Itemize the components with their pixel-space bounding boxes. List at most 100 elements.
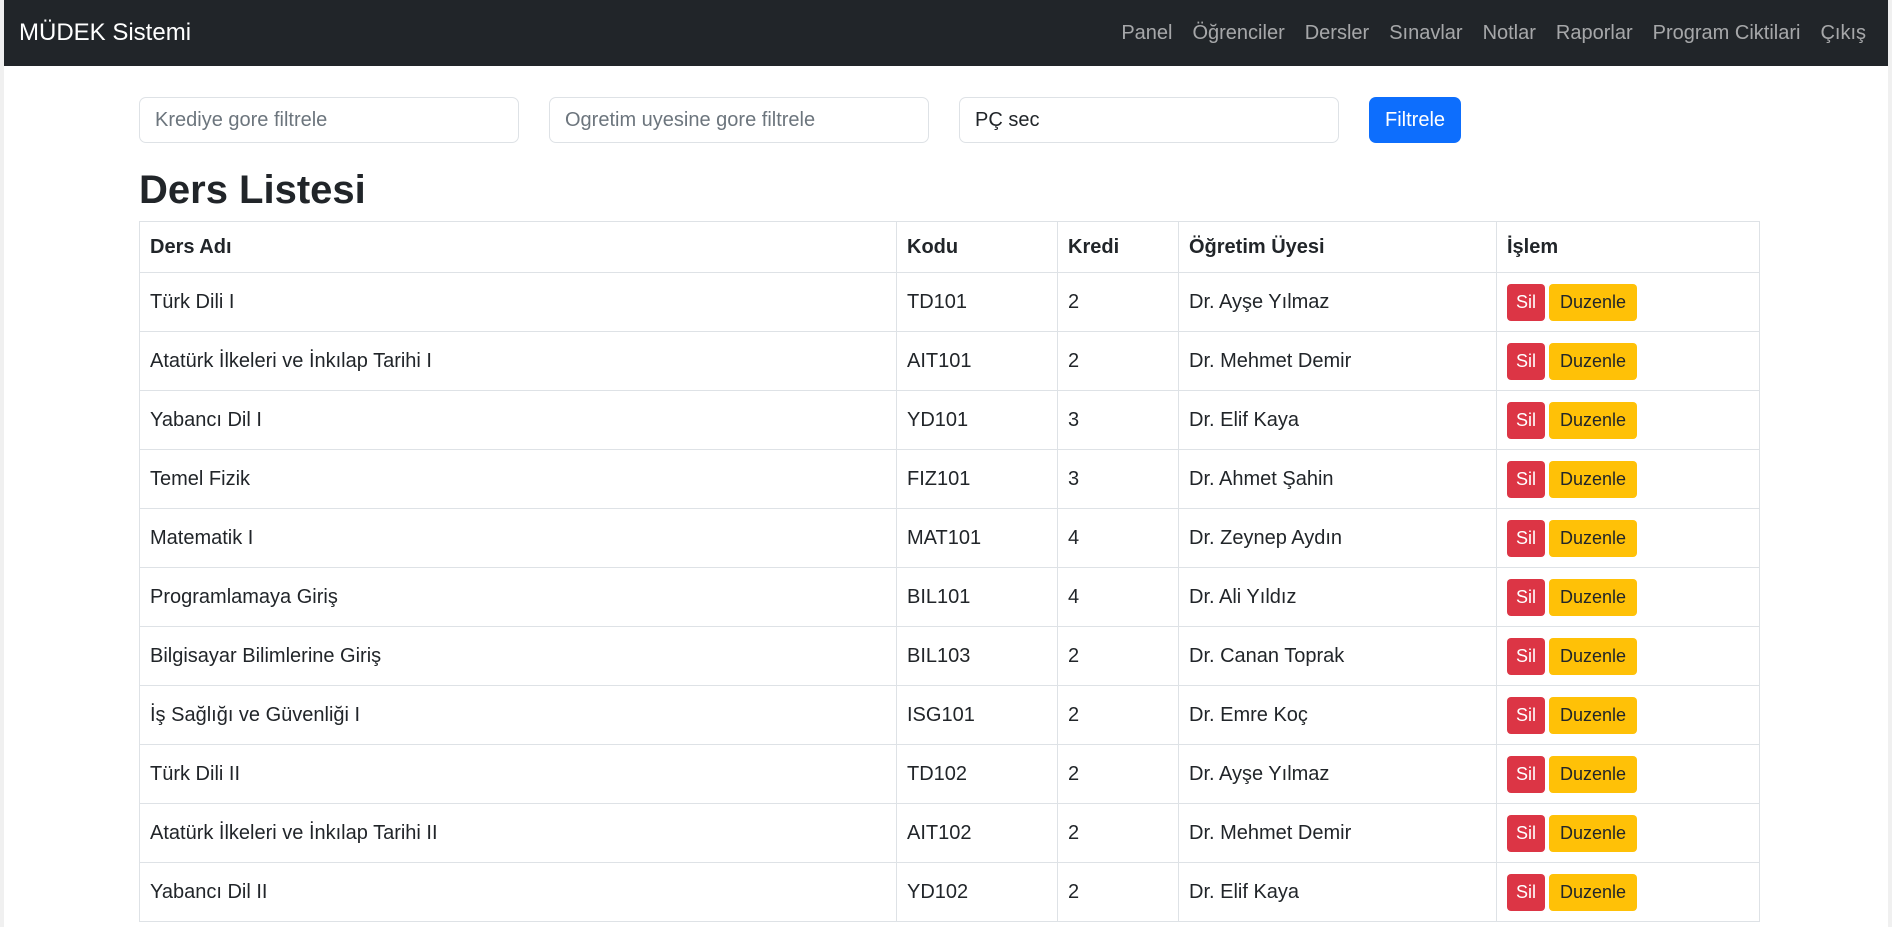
edit-button[interactable]: Duzenle bbox=[1549, 342, 1638, 380]
table-row: Atatürk İlkeleri ve İnkılap Tarihi I AIT1… bbox=[139, 331, 1760, 391]
table-row: Atatürk İlkeleri ve İnkılap Tarihi II AIT… bbox=[139, 803, 1760, 863]
cell-credit: 2 bbox=[1057, 744, 1179, 804]
cell-course-name: Türk Dili II bbox=[139, 744, 897, 804]
nav-link-courses[interactable]: Dersler bbox=[1295, 20, 1379, 46]
cell-code: YD102 bbox=[896, 862, 1058, 922]
cell-code: ISG101 bbox=[896, 685, 1058, 745]
table-row: Bilgisayar Bilimlerine Giriş BIL103 2 Dr. C… bbox=[139, 626, 1760, 686]
cell-instructor: Dr. Canan Toprak bbox=[1178, 626, 1497, 686]
edit-button[interactable]: Duzenle bbox=[1549, 814, 1638, 852]
edit-button[interactable]: Duzenle bbox=[1549, 578, 1638, 616]
edit-button[interactable]: Duzenle bbox=[1549, 401, 1638, 439]
edit-button[interactable]: Duzenle bbox=[1549, 519, 1638, 557]
table-row: Programlamaya Giriş BIL101 4 Dr. Ali Yıldız… bbox=[139, 567, 1760, 627]
edit-button[interactable]: Duzenle bbox=[1549, 283, 1638, 321]
cell-course-name: Bilgisayar Bilimlerine Giriş bbox=[139, 626, 897, 686]
cell-code: MAT101 bbox=[896, 508, 1058, 568]
cell-course-name: Programlamaya Giriş bbox=[139, 567, 897, 627]
cell-actions: Sil Duzenle bbox=[1496, 449, 1760, 509]
cell-actions: Sil Duzenle bbox=[1496, 331, 1760, 391]
cell-credit: 2 bbox=[1057, 626, 1179, 686]
table-body: Türk Dili I TD101 2 Dr. Ayşe Yılmaz Sil Duzen… bbox=[139, 272, 1760, 922]
edit-button[interactable]: Duzenle bbox=[1549, 637, 1638, 675]
header-course-name: Ders Adı bbox=[139, 221, 897, 273]
cell-code: FIZ101 bbox=[896, 449, 1058, 509]
cell-course-name: Matematik I bbox=[139, 508, 897, 568]
nav-links: Panel Öğrenciler Dersler Sınavlar Notlar… bbox=[1111, 20, 1876, 46]
nav-link-grades[interactable]: Notlar bbox=[1473, 20, 1546, 46]
cell-actions: Sil Duzenle bbox=[1496, 508, 1760, 568]
edit-button[interactable]: Duzenle bbox=[1549, 873, 1638, 911]
table-row: Yabancı Dil I YD101 3 Dr. Elif Kaya Sil Duzen… bbox=[139, 390, 1760, 450]
header-credit: Kredi bbox=[1057, 221, 1179, 273]
cell-actions: Sil Duzenle bbox=[1496, 862, 1760, 922]
delete-button[interactable]: Sil bbox=[1507, 460, 1546, 498]
cell-actions: Sil Duzenle bbox=[1496, 390, 1760, 450]
cell-actions: Sil Duzenle bbox=[1496, 272, 1760, 332]
header-action: İşlem bbox=[1496, 221, 1760, 273]
cell-credit: 2 bbox=[1057, 331, 1179, 391]
nav-link-panel[interactable]: Panel bbox=[1111, 20, 1182, 46]
delete-button[interactable]: Sil bbox=[1507, 401, 1546, 439]
cell-course-name: Temel Fizik bbox=[139, 449, 897, 509]
navbar-brand[interactable]: MÜDEK Sistemi bbox=[19, 17, 191, 49]
delete-button[interactable]: Sil bbox=[1507, 696, 1546, 734]
table-row: Türk Dili I TD101 2 Dr. Ayşe Yılmaz Sil Duzen… bbox=[139, 272, 1760, 332]
header-instructor: Öğretim Üyesi bbox=[1178, 221, 1497, 273]
nav-link-exams[interactable]: Sınavlar bbox=[1379, 20, 1472, 46]
cell-instructor: Dr. Elif Kaya bbox=[1178, 862, 1497, 922]
pc-select[interactable]: PÇ sec bbox=[959, 97, 1339, 143]
cell-instructor: Dr. Emre Koç bbox=[1178, 685, 1497, 745]
nav-link-logout[interactable]: Çıkış bbox=[1810, 20, 1876, 46]
cell-code: BIL103 bbox=[896, 626, 1058, 686]
delete-button[interactable]: Sil bbox=[1507, 755, 1546, 793]
cell-actions: Sil Duzenle bbox=[1496, 744, 1760, 804]
cell-instructor: Dr. Ali Yıldız bbox=[1178, 567, 1497, 627]
edit-button[interactable]: Duzenle bbox=[1549, 460, 1638, 498]
delete-button[interactable]: Sil bbox=[1507, 814, 1546, 852]
delete-button[interactable]: Sil bbox=[1507, 637, 1546, 675]
delete-button[interactable]: Sil bbox=[1507, 578, 1546, 616]
cell-instructor: Dr. Zeynep Aydın bbox=[1178, 508, 1497, 568]
table-row: Matematik I MAT101 4 Dr. Zeynep Aydın Sil Duz… bbox=[139, 508, 1760, 568]
page-title: Ders Listesi bbox=[139, 168, 366, 212]
nav-link-reports[interactable]: Raporlar bbox=[1546, 20, 1643, 46]
edit-button[interactable]: Duzenle bbox=[1549, 696, 1638, 734]
filter-button[interactable]: Filtrele bbox=[1369, 97, 1462, 143]
cell-course-name: Atatürk İlkeleri ve İnkılap Tarihi II bbox=[139, 803, 897, 863]
cell-instructor: Dr. Mehmet Demir bbox=[1178, 803, 1497, 863]
cell-instructor: Dr. Elif Kaya bbox=[1178, 390, 1497, 450]
table-row: Türk Dili II TD102 2 Dr. Ayşe Yılmaz Sil Duze… bbox=[139, 744, 1760, 804]
nav-link-program-outcomes[interactable]: Program Ciktilari bbox=[1643, 20, 1811, 46]
cell-actions: Sil Duzenle bbox=[1496, 685, 1760, 745]
cell-code: BIL101 bbox=[896, 567, 1058, 627]
nav-link-students[interactable]: Öğrenciler bbox=[1182, 20, 1294, 46]
cell-credit: 2 bbox=[1057, 272, 1179, 332]
delete-button[interactable]: Sil bbox=[1507, 519, 1546, 557]
header-code: Kodu bbox=[896, 221, 1058, 273]
credit-filter-input[interactable] bbox=[139, 97, 519, 143]
cell-instructor: Dr. Mehmet Demir bbox=[1178, 331, 1497, 391]
cell-code: AIT101 bbox=[896, 331, 1058, 391]
edit-button[interactable]: Duzenle bbox=[1549, 755, 1638, 793]
cell-credit: 2 bbox=[1057, 803, 1179, 863]
table-row: Temel Fizik FIZ101 3 Dr. Ahmet Şahin Sil Duze… bbox=[139, 449, 1760, 509]
top-navbar: MÜDEK Sistemi Panel Öğrenciler Dersler S… bbox=[4, 0, 1888, 66]
cell-credit: 4 bbox=[1057, 508, 1179, 568]
cell-course-name: Yabancı Dil I bbox=[139, 390, 897, 450]
cell-course-name: Atatürk İlkeleri ve İnkılap Tarihi I bbox=[139, 331, 897, 391]
instructor-filter-input[interactable] bbox=[549, 97, 929, 143]
cell-actions: Sil Duzenle bbox=[1496, 567, 1760, 627]
cell-credit: 3 bbox=[1057, 449, 1179, 509]
cell-course-name: Türk Dili I bbox=[139, 272, 897, 332]
cell-credit: 2 bbox=[1057, 862, 1179, 922]
delete-button[interactable]: Sil bbox=[1507, 873, 1546, 911]
cell-code: AIT102 bbox=[896, 803, 1058, 863]
delete-button[interactable]: Sil bbox=[1507, 283, 1546, 321]
cell-instructor: Dr. Ayşe Yılmaz bbox=[1178, 744, 1497, 804]
table-row: Yabancı Dil II YD102 2 Dr. Elif Kaya Sil Duze… bbox=[139, 862, 1760, 922]
cell-code: YD101 bbox=[896, 390, 1058, 450]
cell-code: TD101 bbox=[896, 272, 1058, 332]
cell-course-name: İş Sağlığı ve Güvenliği I bbox=[139, 685, 897, 745]
delete-button[interactable]: Sil bbox=[1507, 342, 1546, 380]
